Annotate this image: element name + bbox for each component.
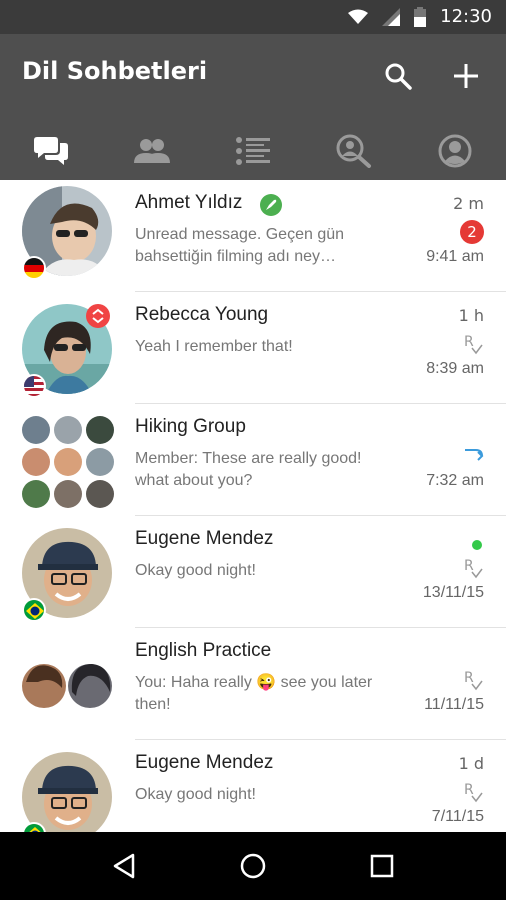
conversation-row[interactable]: English Practice You: Haha really 😜 see … [0, 628, 506, 740]
tab-profile[interactable] [405, 122, 506, 180]
usa-flag-icon [22, 374, 46, 398]
tab-list[interactable] [202, 122, 303, 180]
message-time: 7:32 am [426, 472, 484, 489]
back-icon [114, 853, 135, 879]
group-name: Hiking Group [135, 416, 246, 437]
conversation-row[interactable]: Eugene Mendez Okay good night! R 13/11/1… [0, 516, 506, 628]
wifi-icon [348, 9, 369, 24]
recents-icon [370, 854, 393, 878]
read-receipt-icon: R [464, 334, 483, 355]
contact-name: Ahmet Yıldız [135, 192, 243, 213]
contact-name: Eugene Mendez [135, 528, 274, 549]
contacts-icon [133, 139, 170, 163]
message-preview: Okay good night! [135, 562, 256, 579]
home-button[interactable] [223, 836, 283, 896]
message-time: 11/11/15 [424, 696, 484, 713]
message-time: 9:41 am [426, 248, 484, 265]
avatar [22, 528, 114, 622]
conversation-list: Ahmet Yıldız Unread message. Geçen gün b… [0, 180, 506, 832]
back-button[interactable] [94, 836, 154, 896]
read-receipt-icon: R [464, 670, 483, 691]
message-preview: Unread message. Geçen gün bahsettiğin fi… [135, 226, 345, 265]
search-button[interactable] [378, 56, 418, 96]
brazil-flag-icon [22, 598, 46, 622]
tab-contacts[interactable] [101, 122, 202, 180]
conversation-row[interactable]: Rebecca Young Yeah I remember that! 1 h … [0, 292, 506, 404]
clock: 12:30 [440, 6, 492, 27]
read-receipt-icon: R [464, 782, 483, 803]
home-icon [240, 853, 266, 879]
conversation-row[interactable]: Eugene Mendez Okay good night! 1 d R 7/1… [0, 740, 506, 832]
relative-time: 1 h [458, 306, 484, 325]
conversation-row[interactable]: Ahmet Yıldız Unread message. Geçen gün b… [0, 180, 506, 292]
avatar [22, 752, 114, 832]
relative-time: 2 m [453, 194, 484, 213]
svg-text:R: R [464, 782, 474, 798]
plus-icon [454, 64, 478, 88]
tab-chats[interactable] [0, 122, 101, 180]
message-preview: You: Haha really 😜 see you later then! [135, 674, 373, 713]
message-preview: Member: These are really good! what abou… [135, 450, 362, 489]
profile-icon [438, 134, 472, 168]
battery-icon [414, 6, 427, 27]
contact-name: Eugene Mendez [135, 752, 274, 773]
read-receipt-icon: R [464, 558, 483, 579]
group-name: English Practice [135, 640, 272, 661]
app-bar: Dil Sohbetleri [0, 34, 506, 180]
verified-rocket-icon [260, 194, 282, 216]
group-avatar [22, 416, 114, 508]
message-time: 7/11/15 [431, 808, 484, 825]
chats-icon [33, 137, 68, 165]
avatar [22, 304, 114, 398]
message-time: 13/11/15 [422, 584, 484, 601]
add-button[interactable] [446, 56, 486, 96]
reply-icon [465, 449, 484, 461]
avatar [22, 186, 114, 280]
status-bar: 12:30 [0, 0, 506, 34]
search-icon [385, 63, 412, 90]
recents-button[interactable] [352, 836, 412, 896]
list-icon [236, 137, 270, 165]
system-nav-bar [0, 832, 506, 900]
svg-text:R: R [464, 670, 474, 686]
tab-bar [0, 122, 506, 180]
signal-icon [382, 7, 401, 26]
language-exchange-icon [86, 304, 110, 328]
online-status-dot [472, 540, 482, 550]
germany-flag-icon [22, 256, 46, 280]
message-preview: Okay good night! [135, 786, 256, 803]
relative-time: 1 d [458, 754, 484, 773]
tab-search-partner[interactable] [304, 122, 405, 180]
page-title: Dil Sohbetleri [22, 57, 208, 85]
contact-name: Rebecca Young [135, 304, 269, 325]
svg-text:R: R [464, 558, 474, 574]
conversation-row[interactable]: Hiking Group Member: These are really go… [0, 404, 506, 516]
unread-count-badge: 2 [460, 220, 484, 244]
message-preview: Yeah I remember that! [135, 338, 293, 355]
search-partner-icon [336, 134, 372, 168]
message-time: 8:39 am [426, 360, 484, 377]
